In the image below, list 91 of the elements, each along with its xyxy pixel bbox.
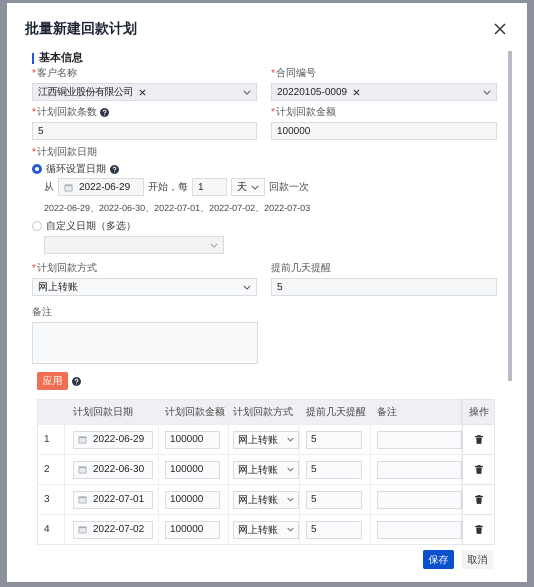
note-input[interactable] bbox=[377, 430, 462, 448]
chevron-down-icon bbox=[287, 467, 294, 472]
note-input[interactable] bbox=[377, 460, 462, 478]
help-icon[interactable] bbox=[72, 376, 81, 386]
amount-input[interactable]: 100000 bbox=[165, 520, 220, 538]
required-mark: * bbox=[32, 108, 36, 118]
field-label: 合同编号 bbox=[276, 67, 316, 80]
trash-icon[interactable] bbox=[474, 465, 482, 474]
remind-days-input[interactable]: 5 bbox=[306, 520, 362, 538]
start-date-input[interactable]: 2022-06-29 bbox=[58, 178, 144, 196]
calendar-icon bbox=[78, 525, 87, 534]
trash-icon[interactable] bbox=[474, 435, 482, 444]
unit-select[interactable]: 天 bbox=[231, 178, 265, 196]
chevron-down-icon bbox=[243, 90, 251, 94]
required-mark: * bbox=[32, 68, 36, 78]
selected-tag: 江西铜业股份有限公司 bbox=[38, 85, 133, 99]
required-mark: * bbox=[32, 148, 36, 158]
chevron-down-icon bbox=[287, 497, 294, 502]
help-icon[interactable] bbox=[100, 108, 109, 117]
radio-label[interactable]: 自定义日期（多选） bbox=[46, 219, 136, 233]
method-select[interactable]: 网上转账 bbox=[233, 430, 299, 448]
interval-input[interactable]: 1 bbox=[192, 178, 227, 196]
chevron-down-icon bbox=[287, 437, 294, 442]
cycle-text: 开始，每 bbox=[148, 181, 188, 194]
field-label: 提前几天提醒 bbox=[271, 262, 331, 275]
cancel-button[interactable]: 取消 bbox=[462, 550, 493, 569]
column-header: 备注 bbox=[371, 400, 463, 424]
required-mark: * bbox=[271, 108, 275, 118]
trash-icon[interactable] bbox=[474, 495, 482, 504]
field-label: 计划回款日期 bbox=[36, 146, 97, 159]
row-number: 3 bbox=[38, 485, 65, 514]
customer-select[interactable]: 江西铜业股份有限公司 bbox=[32, 83, 257, 101]
chevron-down-icon bbox=[483, 90, 491, 94]
calendar-icon bbox=[78, 495, 87, 504]
required-mark: * bbox=[271, 68, 275, 78]
method-select[interactable]: 网上转账 bbox=[233, 490, 299, 508]
remove-icon[interactable] bbox=[139, 88, 146, 96]
required-mark: * bbox=[32, 264, 36, 274]
method-select[interactable]: 网上转账 bbox=[32, 278, 257, 296]
chevron-down-icon bbox=[243, 284, 251, 290]
method-select[interactable]: 网上转账 bbox=[233, 520, 299, 538]
row-number: 1 bbox=[38, 425, 65, 454]
field-label: 客户名称 bbox=[36, 67, 77, 80]
save-button[interactable]: 保存 bbox=[423, 550, 454, 569]
remind-days-input[interactable]: 5 bbox=[306, 460, 362, 478]
remind-days-input[interactable]: 5 bbox=[306, 430, 362, 448]
field-label: 计划回款条数 bbox=[36, 106, 97, 119]
amount-input[interactable]: 100000 bbox=[165, 430, 220, 448]
note-input[interactable] bbox=[377, 490, 462, 508]
amount-input[interactable]: 100000 bbox=[165, 460, 220, 478]
chevron-down-icon bbox=[287, 527, 294, 532]
remove-icon[interactable] bbox=[353, 88, 360, 96]
method-select[interactable]: 网上转账 bbox=[233, 460, 299, 478]
cycle-text: 回款一次 bbox=[269, 181, 309, 194]
field-label: 计划回款金额 bbox=[276, 106, 336, 119]
cycle-text: 从 bbox=[44, 180, 54, 194]
column-header: 提前几天提醒 bbox=[300, 400, 371, 424]
calendar-icon bbox=[78, 435, 87, 444]
calendar-icon bbox=[78, 465, 87, 474]
row-number: 2 bbox=[38, 455, 65, 484]
calendar-icon bbox=[64, 182, 73, 192]
selected-tag: 20220105-0009 bbox=[277, 86, 348, 98]
count-input[interactable]: 5 bbox=[32, 122, 257, 140]
field-label: 备注 bbox=[32, 306, 53, 319]
radio-label[interactable]: 循环设置日期 bbox=[46, 162, 106, 176]
column-header: 计划回款方式 bbox=[229, 400, 300, 424]
help-icon[interactable] bbox=[110, 164, 119, 174]
date-input[interactable]: 2022-06-30 bbox=[73, 460, 153, 478]
column-header: 操作 bbox=[463, 400, 494, 424]
radio-button[interactable] bbox=[32, 164, 42, 174]
remind-days-input[interactable]: 5 bbox=[271, 278, 497, 296]
chevron-down-icon bbox=[251, 184, 259, 190]
trash-icon[interactable] bbox=[474, 525, 482, 534]
amount-input[interactable]: 100000 bbox=[271, 122, 497, 140]
close-icon[interactable] bbox=[494, 23, 506, 35]
remind-days-input[interactable]: 5 bbox=[306, 490, 362, 508]
amount-input[interactable]: 100000 bbox=[165, 490, 220, 508]
dialog-title: 批量新建回款计划 bbox=[25, 20, 137, 38]
column-header: 计划回款日期 bbox=[65, 400, 159, 424]
note-input[interactable] bbox=[377, 520, 462, 538]
date-preview: 2022-06-29、2022-06-30、2022-07-01、2022-07-02、2022-07-03 bbox=[44, 202, 312, 215]
date-input[interactable]: 2022-07-01 bbox=[73, 490, 153, 508]
row-number: 4 bbox=[38, 515, 65, 544]
date-input[interactable]: 2022-07-02 bbox=[73, 520, 153, 538]
chevron-down-icon bbox=[210, 242, 218, 248]
field-label: 计划回款方式 bbox=[36, 262, 97, 275]
column-header: 计划回款金额 bbox=[159, 400, 229, 424]
scrollbar-thumb[interactable] bbox=[508, 51, 512, 381]
section-title: 基本信息 bbox=[32, 53, 498, 64]
date-input[interactable]: 2022-06-29 bbox=[73, 430, 153, 448]
contract-select[interactable]: 20220105-0009 bbox=[271, 83, 497, 101]
